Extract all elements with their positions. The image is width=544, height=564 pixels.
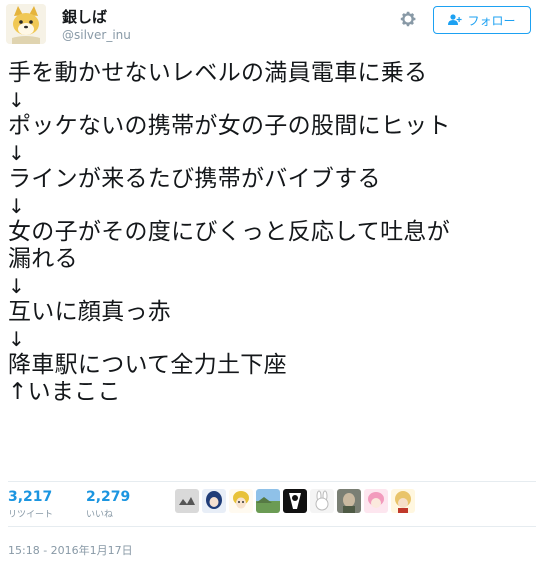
- tweet-timestamp[interactable]: 15:18 - 2016年1月17日: [8, 542, 133, 558]
- liker-avatar[interactable]: [175, 489, 199, 513]
- tweet-line: ポッケないの携帯が女の子の股間にヒット: [8, 113, 451, 139]
- tweet-line: 手を動かせないレベルの満員電車に乗る: [8, 60, 428, 86]
- tweet-line: 降車駅について全力土下座: [8, 352, 287, 378]
- tweet-line: 漏れる: [8, 246, 78, 272]
- retweet-stat[interactable]: 3,217 リツイート: [8, 489, 53, 520]
- liker-avatar[interactable]: [283, 489, 307, 513]
- liker-avatar[interactable]: [229, 489, 253, 513]
- tweet-arrow: ↓: [8, 327, 26, 351]
- tweet-line: 互いに顔真っ赤: [8, 299, 172, 325]
- like-label: いいね: [86, 510, 114, 520]
- tweet-arrow: ↓: [8, 274, 26, 298]
- user-name[interactable]: 銀しば: [62, 6, 107, 27]
- add-user-icon: [448, 14, 463, 25]
- user-handle[interactable]: @silver_inu: [62, 28, 131, 42]
- liker-avatar[interactable]: [202, 489, 226, 513]
- liker-avatar[interactable]: [310, 489, 334, 513]
- retweet-count: 3,217: [8, 489, 53, 505]
- tweet-text: 手を動かせないレベルの満員電車に乗る ↓ ポッケないの携帯が女の子の股間にヒット…: [8, 58, 536, 406]
- stats-divider-top: [8, 481, 536, 482]
- shiba-avatar-icon: [6, 4, 46, 44]
- tweet-line: ↑いまここ: [8, 379, 121, 405]
- retweet-label: リツイート: [8, 510, 54, 520]
- user-avatar[interactable]: [6, 4, 46, 44]
- tweet-line: ラインが来るたび携帯がバイブする: [8, 166, 381, 192]
- tweet-header: 銀しば @silver_inu フォロー: [0, 0, 544, 50]
- follow-label: フォロー: [467, 13, 516, 28]
- like-count: 2,279: [86, 489, 131, 505]
- stats-divider-bottom: [8, 526, 536, 527]
- like-stat[interactable]: 2,279 いいね: [86, 489, 130, 520]
- liker-avatars: [175, 489, 415, 515]
- liker-avatar[interactable]: [391, 489, 415, 513]
- tweet-arrow: ↓: [8, 88, 26, 112]
- tweet-arrow: ↓: [8, 194, 26, 218]
- tweet-arrow: ↓: [8, 141, 26, 165]
- liker-avatar[interactable]: [337, 489, 361, 513]
- liker-avatar[interactable]: [364, 489, 388, 513]
- gear-icon[interactable]: [398, 9, 418, 29]
- tweet-line: 女の子がその度にびくっと反応して吐息が: [8, 219, 451, 245]
- liker-avatar[interactable]: [256, 489, 280, 513]
- follow-button[interactable]: フォロー: [433, 6, 531, 34]
